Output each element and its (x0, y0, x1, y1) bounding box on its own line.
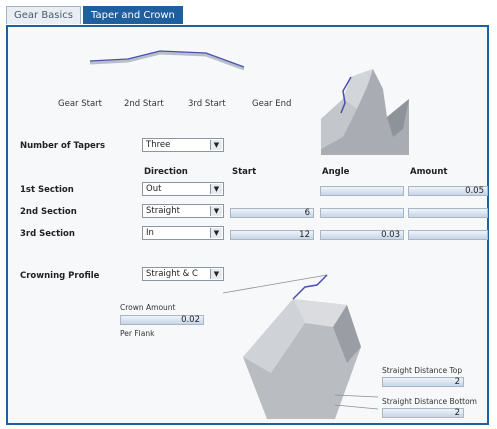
taper-position-2nd-start: 2nd Start (124, 99, 164, 109)
gear-tooth-preview-top (321, 69, 409, 155)
column-amount: Amount (410, 167, 448, 177)
section-3-direction-select[interactable]: In ▼ (142, 226, 224, 240)
tab-gear-basics[interactable]: Gear Basics (6, 6, 82, 24)
column-start: Start (232, 167, 257, 177)
dropdown-arrow-icon[interactable]: ▼ (210, 269, 222, 279)
dropdown-arrow-icon[interactable]: ▼ (210, 140, 222, 150)
section-1-direction-select[interactable]: Out ▼ (142, 182, 224, 196)
section-1-amount-field[interactable]: 0.05 (408, 186, 488, 196)
column-direction: Direction (144, 167, 188, 177)
section-label-1st: 1st Section (20, 185, 74, 195)
dropdown-arrow-icon[interactable]: ▼ (210, 184, 222, 194)
tab-bar: Gear Basics Taper and Crown (6, 6, 185, 26)
section-3-angle-field[interactable]: 0.03 (320, 230, 404, 240)
number-of-tapers-select[interactable]: Three ▼ (142, 138, 224, 152)
section-1-angle-field[interactable] (320, 186, 404, 196)
taper-profile-preview (89, 50, 245, 71)
crowning-profile-label: Crowning Profile (20, 271, 100, 281)
taper-crown-panel: Gear Start 2nd Start 3rd Start Gear End … (6, 25, 489, 425)
crown-amount-field[interactable]: 0.02 (120, 315, 204, 325)
section-2-start-field[interactable]: 6 (230, 208, 314, 218)
column-angle: Angle (322, 167, 350, 177)
section-label-3rd: 3rd Section (20, 229, 75, 239)
per-flank-label: Per Flank (120, 329, 155, 338)
straight-distance-top-field[interactable]: 2 (382, 377, 464, 387)
crowning-profile-value: Straight & C (146, 269, 198, 279)
section-3-start-field[interactable]: 12 (230, 230, 314, 240)
straight-distance-bottom-field[interactable]: 2 (382, 408, 464, 418)
dropdown-arrow-icon[interactable]: ▼ (210, 228, 222, 238)
straight-distance-bottom-label: Straight Distance Bottom (382, 397, 477, 406)
taper-position-gear-end: Gear End (252, 99, 292, 109)
section-2-direction-value: Straight (146, 206, 180, 216)
section-2-amount-field[interactable] (408, 208, 488, 218)
gear-tooth-preview-bottom (223, 274, 378, 419)
crowning-profile-select[interactable]: Straight & C ▼ (142, 267, 224, 281)
straight-distance-top-label: Straight Distance Top (382, 366, 463, 375)
taper-position-3rd-start: 3rd Start (188, 99, 226, 109)
section-3-direction-value: In (146, 228, 154, 238)
section-label-2nd: 2nd Section (20, 207, 77, 217)
section-2-angle-field[interactable] (320, 208, 404, 218)
number-of-tapers-value: Three (146, 140, 171, 150)
dropdown-arrow-icon[interactable]: ▼ (210, 206, 222, 216)
section-1-direction-value: Out (146, 184, 162, 194)
number-of-tapers-label: Number of Tapers (20, 141, 106, 151)
crown-amount-label: Crown Amount (120, 303, 176, 312)
section-2-direction-select[interactable]: Straight ▼ (142, 204, 224, 218)
taper-position-gear-start: Gear Start (58, 99, 102, 109)
section-3-amount-field[interactable] (408, 230, 488, 240)
tab-taper-and-crown[interactable]: Taper and Crown (83, 6, 183, 24)
